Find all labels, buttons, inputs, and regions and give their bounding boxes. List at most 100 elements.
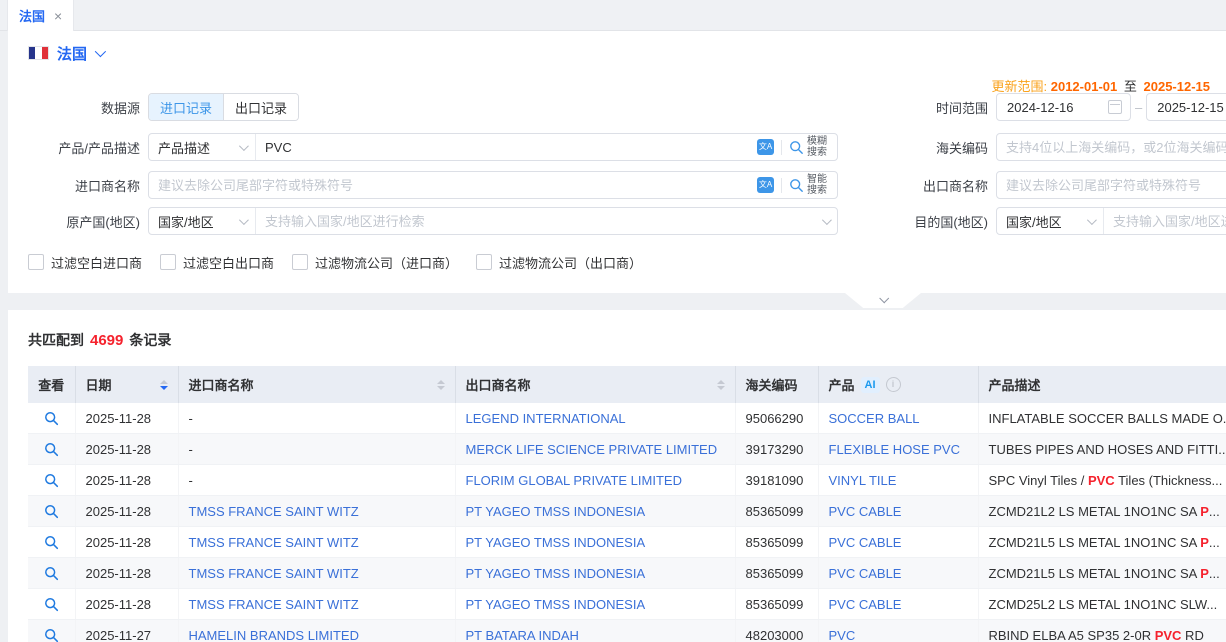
exporter-link[interactable]: MERCK LIFE SCIENCE PRIVATE LIMITED — [466, 442, 718, 457]
toggle-import-records[interactable]: 进口记录 — [149, 94, 223, 120]
product-link[interactable]: PVC CABLE — [829, 504, 902, 519]
origin-country-input[interactable] — [256, 214, 822, 229]
checkbox-filter-logistics-exporter[interactable]: 过滤物流公司（出口商） — [476, 253, 642, 272]
exporter-link[interactable]: PT BATARA INDAH — [466, 628, 579, 642]
table-header-row: 查看 日期 进口商名称 出口商名称 海关编码 产品 — [28, 366, 1226, 403]
exporter-link[interactable]: PT YAGEO TMSS INDONESIA — [466, 504, 646, 519]
exporter-input-wrap — [996, 171, 1226, 199]
col-hs-code: 海关编码 — [746, 375, 798, 394]
data-source-toggle: 进口记录 出口记录 — [148, 93, 299, 121]
col-importer-sortable[interactable]: 进口商名称 — [179, 375, 455, 394]
product-link[interactable]: PVC CABLE — [829, 597, 902, 612]
info-icon[interactable]: i — [886, 377, 901, 392]
view-detail-search-icon[interactable] — [44, 628, 59, 642]
calendar-icon[interactable] — [1108, 100, 1122, 114]
importer-input[interactable] — [149, 178, 757, 193]
view-detail-search-icon[interactable] — [44, 535, 59, 550]
cell-description: ZCMD25L2 LS METAL 1NO1NC SLW... — [978, 589, 1226, 620]
toggle-export-records[interactable]: 出口记录 — [223, 94, 298, 120]
table-row: 2025-11-28 - FLORIM GLOBAL PRIVATE LIMIT… — [28, 465, 1226, 496]
importer-link[interactable]: HAMELIN BRANDS LIMITED — [189, 628, 359, 642]
data-source-label: 数据源 — [8, 98, 140, 117]
cell-importer: TMSS FRANCE SAINT WITZ — [178, 527, 455, 558]
view-detail-search-icon[interactable] — [44, 473, 59, 488]
exporter-link[interactable]: PT YAGEO TMSS INDONESIA — [466, 597, 646, 612]
cell-exporter: MERCK LIFE SCIENCE PRIVATE LIMITED — [455, 434, 735, 465]
cell-product: PVC CABLE — [818, 558, 978, 589]
cell-importer: - — [178, 465, 455, 496]
highlighted-keyword: PVC — [1088, 473, 1115, 488]
date-from-field[interactable] — [1005, 99, 1102, 116]
cell-exporter: FLORIM GLOBAL PRIVATE LIMITED — [455, 465, 735, 496]
importer-link[interactable]: TMSS FRANCE SAINT WITZ — [189, 535, 359, 550]
date-to-input[interactable] — [1146, 93, 1226, 121]
update-range-to-word: 至 — [1124, 79, 1137, 94]
cell-date: 2025-11-28 — [75, 434, 178, 465]
checkbox-icon[interactable] — [292, 254, 308, 270]
checkbox-icon[interactable] — [476, 254, 492, 270]
cell-description: SPC Vinyl Tiles / PVC Tiles (Thickness..… — [978, 465, 1226, 496]
destination-country-label: 目的国(地区) — [768, 212, 988, 231]
close-icon[interactable]: × — [54, 9, 62, 23]
checkbox-icon[interactable] — [28, 254, 44, 270]
product-field-select[interactable]: 产品描述 — [149, 134, 256, 160]
sort-icons[interactable] — [160, 380, 168, 390]
checkbox-filter-logistics-importer[interactable]: 过滤物流公司（进口商） — [292, 253, 458, 272]
cell-exporter: PT YAGEO TMSS INDONESIA — [455, 527, 735, 558]
cell-view — [28, 589, 75, 620]
product-link[interactable]: VINYL TILE — [829, 473, 897, 488]
exporter-link[interactable]: PT YAGEO TMSS INDONESIA — [466, 566, 646, 581]
sort-icons[interactable] — [717, 380, 725, 390]
importer-link[interactable]: TMSS FRANCE SAINT WITZ — [189, 566, 359, 581]
destination-country-input[interactable] — [1104, 214, 1226, 229]
product-link[interactable]: SOCCER BALL — [829, 411, 920, 426]
product-link[interactable]: PVC CABLE — [829, 535, 902, 550]
checkbox-icon[interactable] — [160, 254, 176, 270]
hs-code-input[interactable] — [997, 140, 1226, 155]
col-date-sortable[interactable]: 日期 — [76, 375, 178, 394]
tab-bar: 法国 × — [0, 0, 1226, 31]
origin-country-group: 国家/地区 — [148, 207, 838, 235]
product-link[interactable]: PVC — [829, 628, 856, 642]
country-selector[interactable]: 法国 — [28, 43, 103, 63]
origin-country-select[interactable]: 国家/地区 — [149, 208, 256, 234]
checkbox-filter-blank-exporter[interactable]: 过滤空白出口商 — [160, 253, 274, 272]
product-input[interactable] — [256, 140, 757, 155]
destination-country-select[interactable]: 国家/地区 — [997, 208, 1104, 234]
view-detail-search-icon[interactable] — [44, 566, 59, 581]
product-link[interactable]: FLEXIBLE HOSE PVC — [829, 442, 961, 457]
cell-hs-code: 85365099 — [735, 558, 818, 589]
product-link[interactable]: PVC CABLE — [829, 566, 902, 581]
cell-hs-code: 95066290 — [735, 403, 818, 434]
exporter-link[interactable]: FLORIM GLOBAL PRIVATE LIMITED — [466, 473, 682, 488]
filter-checkbox-row: 过滤空白进口商 过滤空白出口商 过滤物流公司（进口商） 过滤物流公司（出口商） — [28, 248, 642, 276]
france-flag-icon — [28, 46, 49, 60]
importer-link[interactable]: TMSS FRANCE SAINT WITZ — [189, 597, 359, 612]
importer-link[interactable]: TMSS FRANCE SAINT WITZ — [189, 504, 359, 519]
collapse-panel-handle[interactable] — [845, 293, 921, 308]
view-detail-search-icon[interactable] — [44, 442, 59, 457]
cell-importer: TMSS FRANCE SAINT WITZ — [178, 558, 455, 589]
exporter-input[interactable] — [997, 178, 1226, 193]
exporter-link[interactable]: PT YAGEO TMSS INDONESIA — [466, 535, 646, 550]
date-to-field[interactable] — [1155, 99, 1226, 116]
checkbox-filter-blank-importer[interactable]: 过滤空白进口商 — [28, 253, 142, 272]
cell-exporter: PT YAGEO TMSS INDONESIA — [455, 496, 735, 527]
view-detail-search-icon[interactable] — [44, 504, 59, 519]
cell-description: INFLATABLE SOCCER BALLS MADE O... — [978, 403, 1226, 434]
cell-date: 2025-11-28 — [75, 589, 178, 620]
view-detail-search-icon[interactable] — [44, 411, 59, 426]
view-detail-search-icon[interactable] — [44, 597, 59, 612]
highlighted-keyword: P — [1200, 504, 1209, 519]
exporter-link[interactable]: LEGEND INTERNATIONAL — [466, 411, 626, 426]
hs-code-input-wrap — [996, 133, 1226, 161]
table-body: 2025-11-28 - LEGEND INTERNATIONAL 950662… — [28, 403, 1226, 642]
cell-view — [28, 620, 75, 642]
sort-icons[interactable] — [437, 380, 445, 390]
importer-search-group: 文A 智能搜索 — [148, 171, 838, 199]
cell-view — [28, 496, 75, 527]
tab-france[interactable]: 法国 × — [7, 0, 74, 31]
cell-hs-code: 39173290 — [735, 434, 818, 465]
col-exporter-sortable[interactable]: 出口商名称 — [456, 375, 735, 394]
date-from-input[interactable] — [996, 93, 1131, 121]
